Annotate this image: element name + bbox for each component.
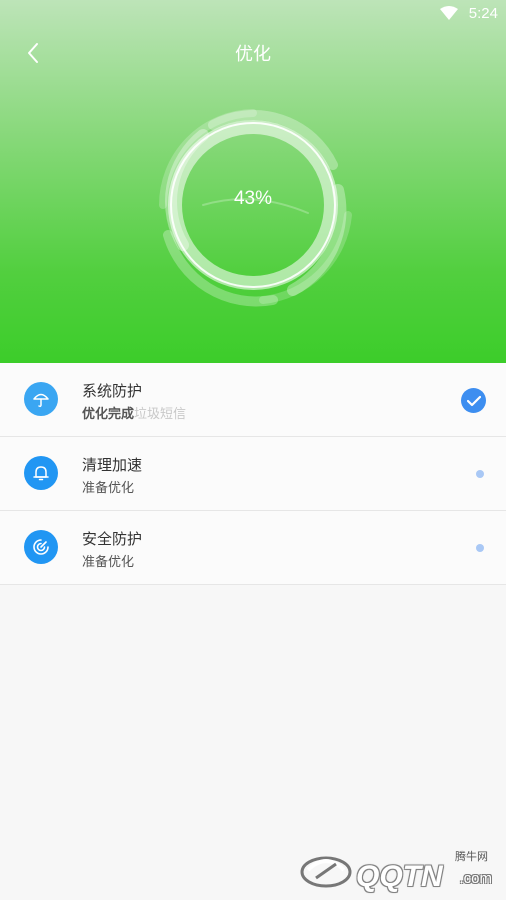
item-title: 系统防护	[82, 382, 143, 400]
item-status-text: 准备优化	[82, 555, 135, 570]
watermark-logo: 腾牛网 QQTN .com	[298, 842, 498, 894]
watermark-domain: .com	[459, 870, 492, 887]
watermark-brand: QQTN	[356, 860, 443, 893]
list-item-clean-speedup[interactable]: 清理加速 准备优化	[0, 437, 506, 511]
item-title: 清理加速	[82, 456, 143, 474]
shield-circle-icon	[24, 530, 58, 564]
item-title: 安全防护	[82, 530, 143, 548]
list-item-system-protection[interactable]: 系统防护 优化完成垃圾短信	[0, 363, 506, 437]
page-title: 优化	[235, 44, 271, 65]
umbrella-icon	[24, 382, 58, 416]
pending-dot-icon	[476, 544, 484, 552]
progress-ring: 43%	[143, 95, 363, 315]
optimization-list: 系统防护 优化完成垃圾短信 清理加速 准备优化 安全防护 准备优化	[0, 363, 506, 585]
item-subtitle: 优化完成垃圾短信	[82, 403, 186, 422]
bell-icon	[24, 456, 58, 490]
header-area: 5:24 优化 43%	[0, 0, 506, 363]
list-item-security-protection[interactable]: 安全防护 准备优化	[0, 511, 506, 585]
status-bar: 5:24	[0, 0, 506, 28]
item-status-text: 优化完成	[82, 407, 135, 422]
item-status-text: 准备优化	[82, 481, 135, 496]
progress-percent: 43%	[233, 188, 273, 209]
item-detail-text: 垃圾短信	[134, 407, 187, 422]
watermark-label: 腾牛网	[455, 850, 488, 863]
item-subtitle: 准备优化	[82, 551, 134, 570]
pending-dot-icon	[476, 470, 484, 478]
status-time: 5:24	[468, 5, 498, 22]
check-icon	[461, 388, 486, 413]
watermark-emblem-icon	[300, 856, 352, 888]
item-subtitle: 准备优化	[82, 477, 134, 496]
wifi-icon	[440, 6, 458, 20]
